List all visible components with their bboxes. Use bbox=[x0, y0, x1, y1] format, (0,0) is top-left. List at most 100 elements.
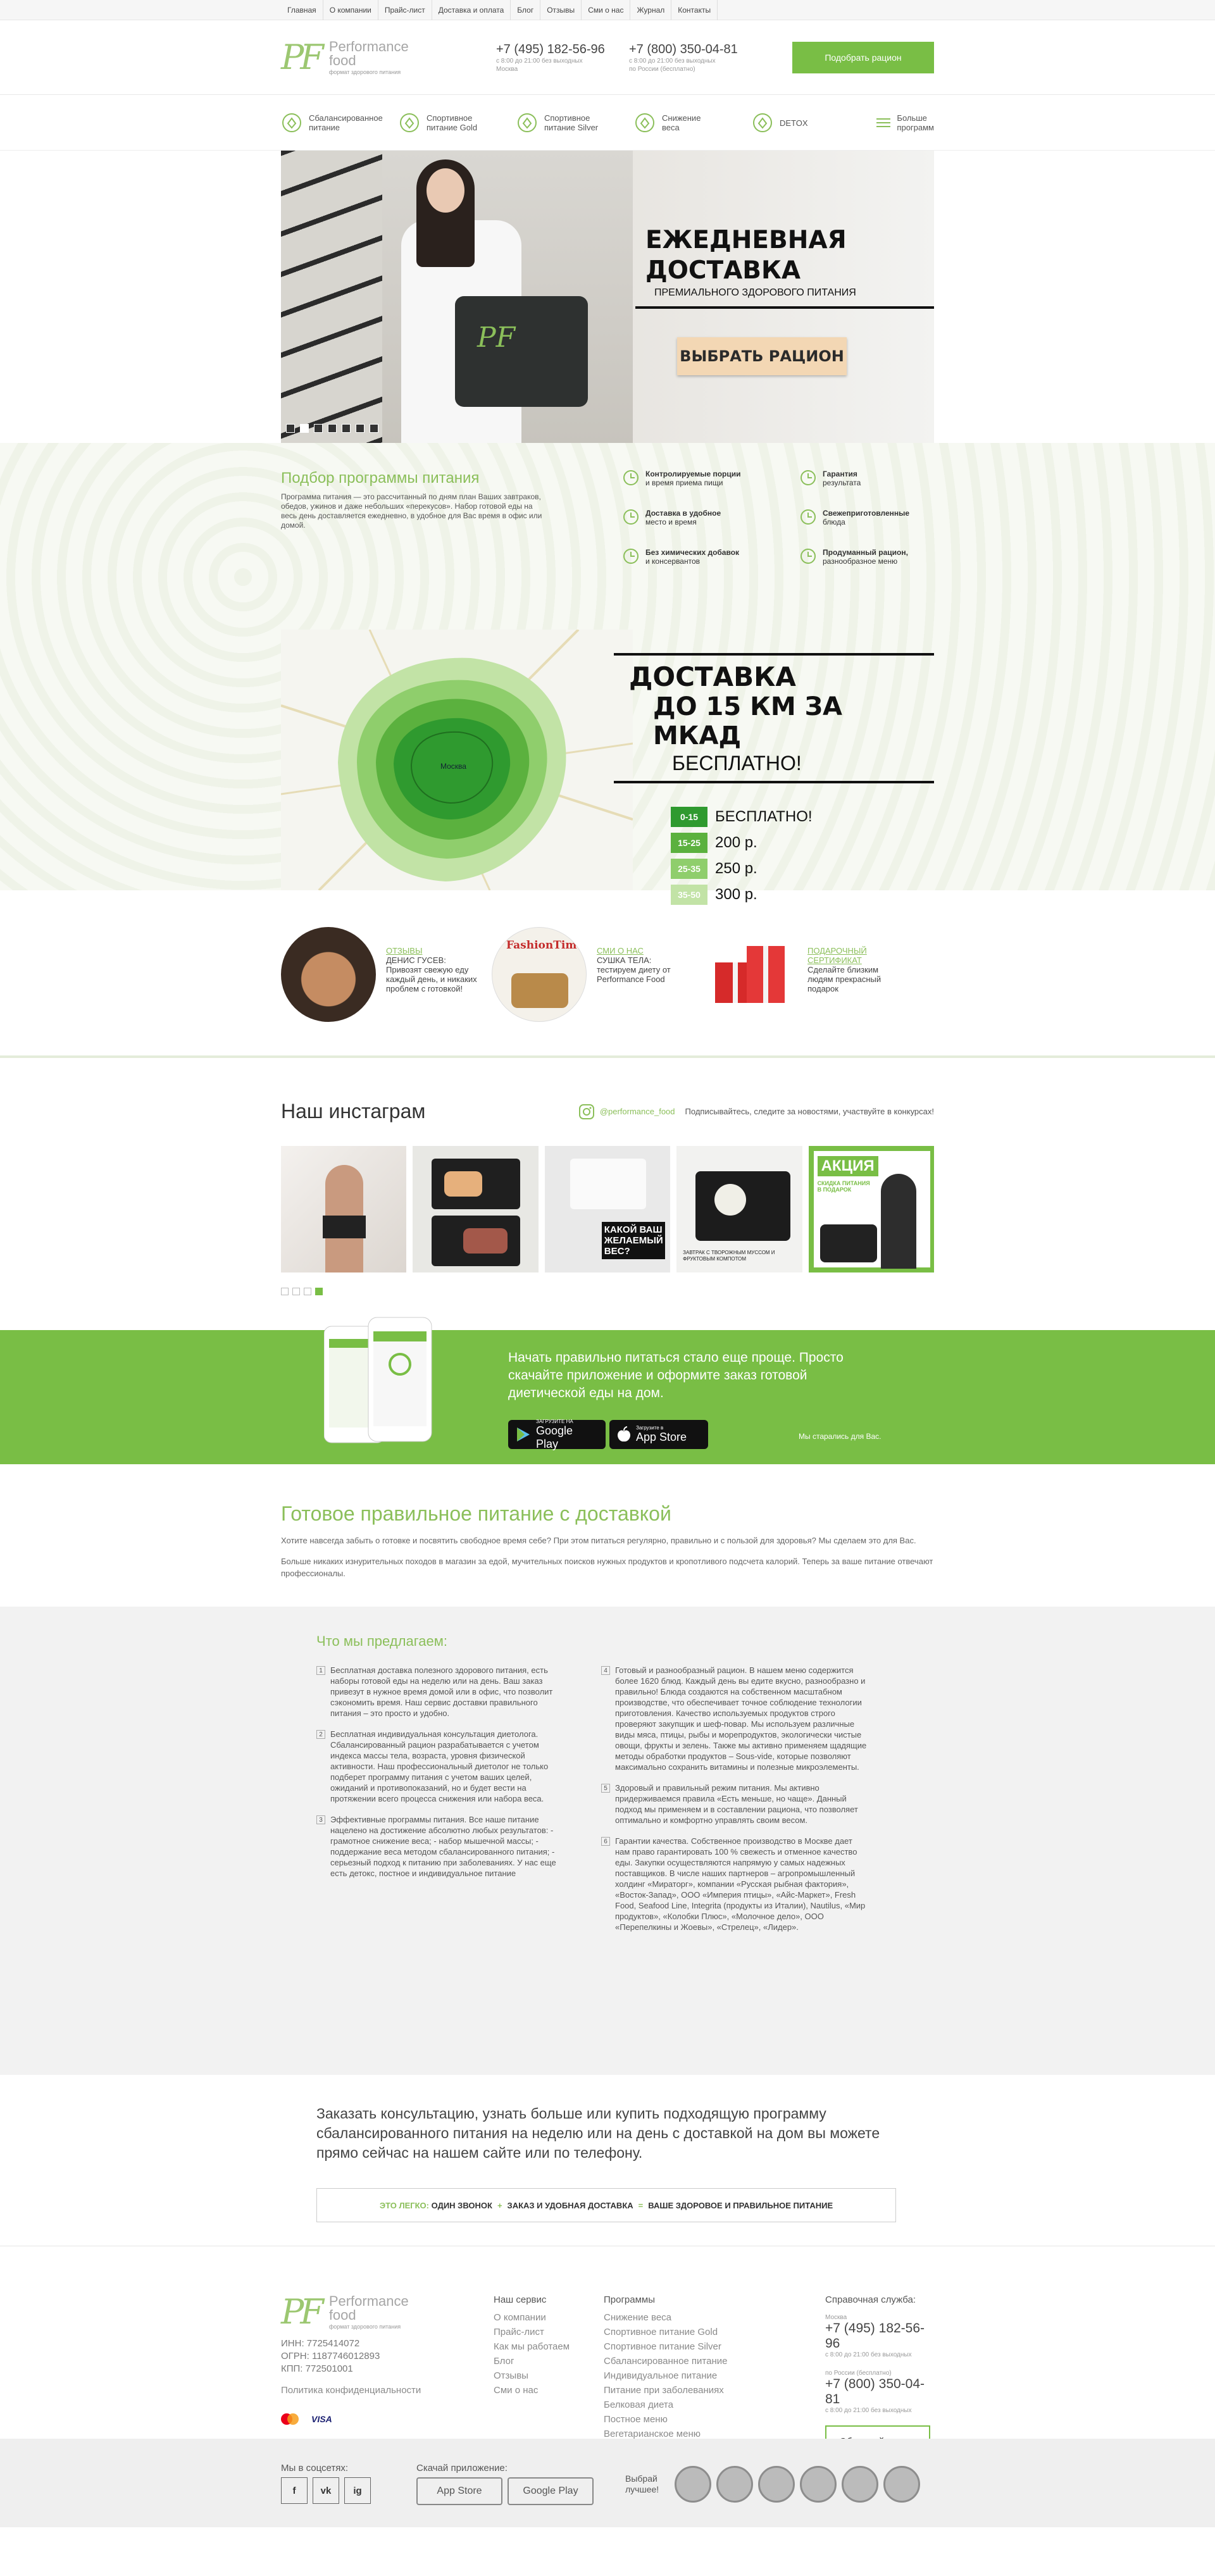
program-link[interactable]: Спортивное питание Silver bbox=[516, 112, 634, 134]
instagram-handle[interactable]: @performance_food bbox=[600, 1107, 675, 1116]
feature-text: и консервантов bbox=[645, 557, 701, 566]
offer-item: 2 Бесплатная индивидуальная консультация … bbox=[316, 1729, 570, 1804]
programs-heading: Программы bbox=[604, 2294, 656, 2305]
media-card[interactable]: FashionTime СМИ О НАС СУШКА ТЕЛА: тестир… bbox=[492, 927, 702, 1022]
footer-logo[interactable]: PF Performance food формат здорового пит… bbox=[281, 2294, 496, 2330]
offer-number: 1 bbox=[316, 1666, 325, 1675]
pagination-dot[interactable] bbox=[281, 1288, 289, 1295]
vk-icon[interactable]: vk bbox=[313, 2477, 339, 2504]
topnav-link[interactable]: Контакты bbox=[671, 0, 718, 20]
topnav-link[interactable]: Журнал bbox=[630, 0, 672, 20]
gift-title[interactable]: ПОДАРОЧНЫЙ СЕРТИФИКАТ bbox=[807, 946, 913, 965]
offer-item: 3 Эффективные программы питания. Все наше… bbox=[316, 1814, 570, 1879]
menu-icon bbox=[876, 118, 891, 127]
instagram-icon[interactable]: ig bbox=[344, 2477, 371, 2504]
topnav-link[interactable]: Отзывы bbox=[540, 0, 582, 20]
feature-title: Свежеприготовленные bbox=[823, 509, 910, 518]
logo[interactable]: PF Performance food формат здорового пит… bbox=[281, 40, 496, 76]
footer-link[interactable]: Спортивное питание Silver bbox=[604, 2339, 727, 2354]
footer-app-store-button[interactable]: App Store bbox=[416, 2477, 502, 2505]
footer-link[interactable]: Белковая диета bbox=[604, 2398, 727, 2412]
more-label: Больше bbox=[897, 113, 927, 123]
footer-link[interactable]: Снижение веса bbox=[604, 2310, 727, 2325]
phone-hours: с 8:00 до 21:00 без выходных bbox=[629, 57, 716, 65]
footer-link[interactable]: Как мы работаем bbox=[494, 2339, 570, 2354]
slider-dot[interactable] bbox=[342, 424, 351, 433]
pagination-dot[interactable] bbox=[292, 1288, 300, 1295]
delivery-map[interactable]: Москва bbox=[281, 630, 633, 890]
instagram-post[interactable] bbox=[413, 1146, 539, 1272]
post-caption: ЗАВТРАК С ТВОРОЖНЫМ МУССОМ И ФРУКТОВЫМ К… bbox=[683, 1250, 775, 1262]
more-programs-link[interactable]: Больше программ bbox=[876, 113, 934, 132]
app-store-button[interactable]: Загрузите в App Store bbox=[609, 1420, 708, 1449]
offer-number: 5 bbox=[601, 1784, 610, 1793]
google-play-icon bbox=[517, 1428, 530, 1441]
programs-bar: Сбалансированное питание Спортивное питание… bbox=[0, 95, 1215, 151]
pagination-dot[interactable] bbox=[315, 1288, 323, 1295]
program-link[interactable]: Сбалансированное питание bbox=[281, 112, 399, 134]
offer-text: Бесплатная индивидуальная консультация д… bbox=[330, 1729, 549, 1803]
footer-link[interactable]: Блог bbox=[494, 2354, 570, 2368]
delivery-title: ДОСТАВКА bbox=[629, 661, 796, 692]
review-title[interactable]: ОТЗЫВЫ bbox=[386, 946, 481, 955]
footer-link[interactable]: Сбалансированное питание bbox=[604, 2354, 727, 2368]
topnav-link[interactable]: Доставка и оплата bbox=[432, 0, 511, 20]
slider-dot[interactable] bbox=[314, 424, 323, 433]
delivery-distance: ДО 15 КМ ЗА МКАД bbox=[653, 692, 842, 750]
footer-link[interactable]: Сми о нас bbox=[494, 2383, 570, 2398]
topnav-link[interactable]: Главная bbox=[281, 0, 323, 20]
footer-phone-russia[interactable]: +7 (800) 350-04-81 bbox=[825, 2377, 939, 2407]
google-play-button[interactable]: ЗАГРУЗИТЕ НА Google Play bbox=[508, 1419, 606, 1450]
footer-link[interactable]: Индивидуальное питание bbox=[604, 2368, 727, 2383]
footer-link[interactable]: О компании bbox=[494, 2310, 570, 2325]
instagram-post[interactable]: АКЦИЯ СКИДКА ПИТАНИЯ В ПОДАРОК bbox=[808, 1146, 935, 1272]
offer-number: 4 bbox=[601, 1666, 610, 1675]
footer-link[interactable]: Питание при заболеваниях bbox=[604, 2383, 727, 2398]
instagram-post[interactable] bbox=[281, 1146, 407, 1272]
delivery-zones-map: Москва bbox=[281, 630, 633, 890]
slider-dot[interactable] bbox=[328, 424, 337, 433]
slider-dot[interactable] bbox=[356, 424, 364, 433]
company-kpp: КПП: 772501001 bbox=[281, 2363, 353, 2374]
program-link[interactable]: Спортивное питание Gold bbox=[399, 112, 516, 134]
feature-item: Гарантия результата bbox=[800, 470, 861, 487]
topnav-link[interactable]: Прайс-лист bbox=[378, 0, 432, 20]
more-label: программ bbox=[897, 123, 934, 132]
phone-russia-number[interactable]: +7 (800) 350-04-81 bbox=[629, 42, 762, 57]
price-row: 15-25 200 р. bbox=[671, 833, 813, 853]
footer-link[interactable]: Постное меню bbox=[604, 2412, 727, 2427]
media-title[interactable]: СМИ О НАС bbox=[597, 946, 692, 955]
instagram-post[interactable]: ЗАВТРАК С ТВОРОЖНЫМ МУССОМ И ФРУКТОВЫМ К… bbox=[676, 1146, 802, 1272]
gift-card[interactable]: ПОДАРОЧНЫЙ СЕРТИФИКАТ Сделайте близким л… bbox=[702, 927, 913, 1022]
hero-photo: PF bbox=[281, 151, 633, 443]
footer-link[interactable]: Спортивное питание Gold bbox=[604, 2325, 727, 2339]
topnav-link[interactable]: Блог bbox=[511, 0, 541, 20]
topnav-link[interactable]: О компании bbox=[323, 0, 378, 20]
zone-range-badge: 25-35 bbox=[671, 859, 707, 879]
footer-link[interactable]: Отзывы bbox=[494, 2368, 570, 2383]
topnav-link[interactable]: Сми о нас bbox=[582, 0, 631, 20]
instagram-post[interactable]: КАКОЙ ВАШ ЖЕЛАЕМЫЙ ВЕС? bbox=[544, 1146, 671, 1272]
region-label: Москва bbox=[825, 2314, 847, 2321]
slider-dot[interactable] bbox=[286, 424, 295, 433]
program-link[interactable]: Снижение веса bbox=[634, 112, 752, 134]
offer-item: 5 Здоровый и правильный режим питания. Мы… bbox=[601, 1783, 867, 1826]
slider-dot[interactable] bbox=[370, 424, 378, 433]
choose-diet-button[interactable]: Подобрать рацион bbox=[792, 42, 934, 73]
apple-icon bbox=[282, 113, 301, 132]
hero-choose-button[interactable]: ВЫБРАТЬ РАЦИОН bbox=[677, 337, 847, 375]
instagram-icon[interactable] bbox=[578, 1104, 595, 1120]
cta-section: Заказать консультацию, узнать больше или… bbox=[0, 2075, 1215, 2246]
review-card[interactable]: ОТЗЫВЫ ДЕНИС ГУСЕВ: Привозят свежую еду … bbox=[281, 927, 492, 1022]
pagination-dot[interactable] bbox=[304, 1288, 311, 1295]
slider-dot[interactable] bbox=[300, 424, 309, 433]
footer-link[interactable]: Прайс-лист bbox=[494, 2325, 570, 2339]
app-store-small: Загрузите в bbox=[636, 1425, 664, 1431]
program-link[interactable]: DETOX bbox=[752, 112, 869, 134]
footer-phone-moscow[interactable]: +7 (495) 182-56-96 bbox=[825, 2321, 939, 2351]
privacy-link[interactable]: Политика конфиденциальности bbox=[281, 2384, 446, 2397]
site-footer: PF Performance food формат здорового пит… bbox=[0, 2246, 1215, 2457]
facebook-icon[interactable]: f bbox=[281, 2477, 308, 2504]
footer-google-play-button[interactable]: Google Play bbox=[508, 2477, 594, 2505]
phone-moscow-number[interactable]: +7 (495) 182-56-96 bbox=[496, 42, 629, 57]
